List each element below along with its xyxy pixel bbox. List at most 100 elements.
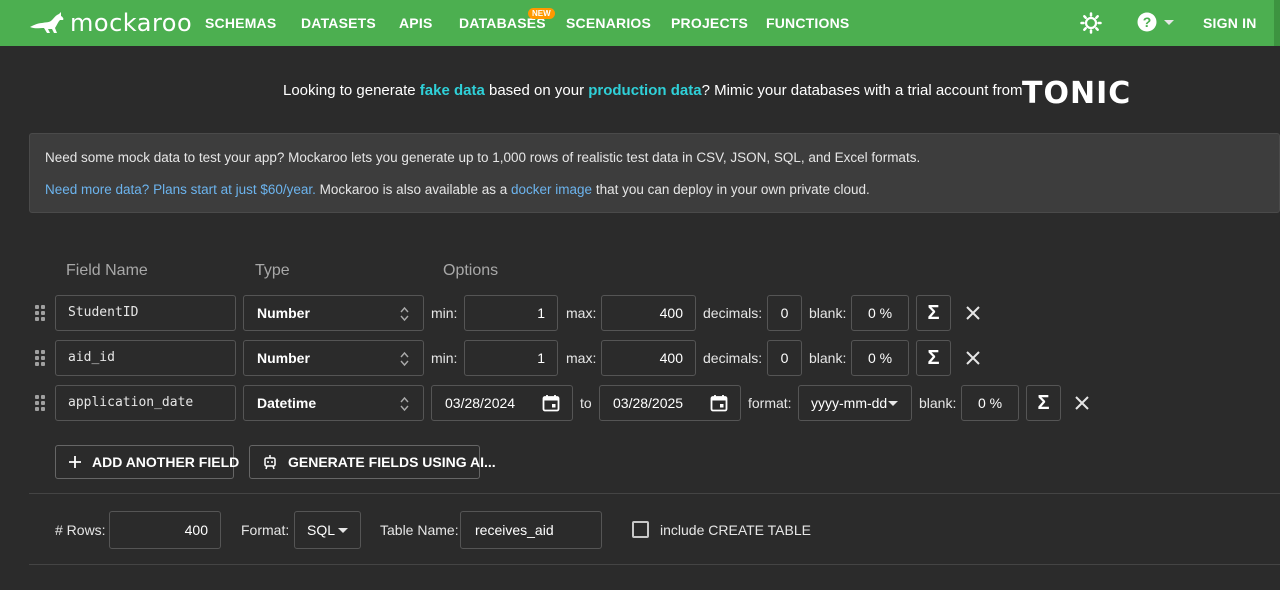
info-box: Need some mock data to test your app? Mo…	[29, 133, 1280, 213]
docker-image-link[interactable]: docker image	[511, 182, 592, 197]
navbar-edge	[1274, 0, 1280, 46]
decimals-input[interactable]: 0	[767, 340, 802, 376]
section-divider	[29, 564, 1280, 565]
blank-percent-input[interactable]: 0 %	[961, 385, 1019, 421]
nav-scenarios[interactable]: SCENARIOS	[566, 15, 651, 31]
type-select-value: Number	[257, 305, 310, 321]
info-mid-text: Mockaroo is also available as a	[315, 182, 512, 197]
nav-apis[interactable]: APIS	[399, 15, 432, 31]
date-format-value: yyyy-mm-dd	[811, 395, 888, 411]
calendar-icon[interactable]	[542, 394, 560, 412]
date-from-value: 03/28/2024	[445, 395, 516, 411]
create-table-checkbox[interactable]	[632, 521, 649, 538]
drag-handle-icon[interactable]	[35, 395, 45, 411]
max-input[interactable]: 400	[601, 295, 696, 331]
promo-part3: ? Mimic your databases with a trial acco…	[701, 82, 1023, 99]
tonic-promo-banner: Looking to generate fake data based on y…	[0, 74, 1280, 111]
chevron-down-icon	[888, 401, 898, 406]
calendar-icon[interactable]	[710, 394, 728, 412]
blank-label: blank:	[809, 350, 847, 366]
format-label: Format:	[241, 522, 290, 538]
generate-fields-ai-button[interactable]: GENERATE FIELDS USING AI...	[249, 445, 496, 479]
kangaroo-icon	[30, 12, 64, 33]
decimals-label: decimals:	[703, 350, 763, 366]
mockaroo-logo[interactable]: mockaroo	[28, 9, 192, 37]
drag-handle-icon[interactable]	[35, 305, 45, 321]
generate-ai-label: GENERATE FIELDS USING AI...	[288, 454, 496, 470]
date-to-value: 03/28/2025	[613, 395, 684, 411]
blank-label: blank:	[809, 305, 847, 321]
updown-arrows-icon	[400, 351, 409, 367]
sigma-formula-icon[interactable]: Σ	[1026, 385, 1061, 421]
add-another-field-button[interactable]: ADD ANOTHER FIELD	[55, 445, 239, 479]
new-badge: NEW	[528, 8, 555, 19]
to-label: to	[580, 395, 592, 411]
chevron-down-icon	[338, 528, 348, 533]
date-from-input[interactable]: 03/28/2024	[431, 385, 573, 421]
info-line-1: Need some mock data to test your app? Mo…	[45, 150, 921, 165]
type-select-value: Datetime	[257, 395, 317, 411]
min-input[interactable]: 1	[464, 295, 558, 331]
blank-percent-input[interactable]: 0 %	[851, 340, 909, 376]
promo-text: Looking to generate fake data based on y…	[283, 82, 1023, 99]
theme-toggle-icon[interactable]	[1080, 12, 1102, 34]
sign-in-link[interactable]: SIGN IN	[1203, 15, 1257, 31]
close-icon[interactable]	[963, 303, 983, 323]
max-label: max:	[566, 305, 597, 321]
chevron-down-icon	[1164, 19, 1174, 25]
help-icon: ?	[1137, 12, 1157, 32]
plans-link[interactable]: Need more data? Plans start at just $60/…	[45, 182, 316, 197]
nav-functions[interactable]: FUNCTIONS	[766, 15, 849, 31]
decimals-input[interactable]: 0	[767, 295, 802, 331]
min-label: min:	[431, 305, 458, 321]
date-format-select[interactable]: yyyy-mm-dd	[798, 385, 912, 421]
table-name-input[interactable]: receives_aid	[460, 511, 602, 549]
logo-text: mockaroo	[70, 9, 193, 37]
table-name-label: Table Name:	[380, 522, 459, 538]
type-select[interactable]: Datetime	[243, 385, 424, 421]
info-line-2: Need more data? Plans start at just $60/…	[45, 182, 870, 197]
close-icon[interactable]	[963, 348, 983, 368]
robot-icon	[262, 454, 278, 470]
header-options: Options	[443, 262, 499, 279]
promo-highlight-fake-data[interactable]: fake data	[420, 82, 485, 99]
blank-percent-input[interactable]: 0 %	[851, 295, 909, 331]
field-name-input[interactable]: StudentID	[55, 295, 236, 331]
max-input[interactable]: 400	[601, 340, 696, 376]
nav-datasets[interactable]: DATASETS	[301, 15, 376, 31]
promo-part2: based on your	[484, 82, 589, 99]
sigma-formula-icon[interactable]: Σ	[916, 340, 951, 376]
type-select[interactable]: Number	[243, 295, 424, 331]
output-format-select[interactable]: SQL	[294, 511, 361, 549]
nav-schemas[interactable]: SCHEMAS	[205, 15, 276, 31]
tonic-logo[interactable]: TONIC	[1022, 76, 1131, 111]
decimals-label: decimals:	[703, 305, 763, 321]
header-type: Type	[255, 262, 290, 279]
drag-handle-icon[interactable]	[35, 350, 45, 366]
max-label: max:	[566, 350, 597, 366]
help-menu[interactable]: ?	[1137, 12, 1174, 32]
type-select[interactable]: Number	[243, 340, 424, 376]
nav-projects[interactable]: PROJECTS	[671, 15, 748, 31]
min-input[interactable]: 1	[464, 340, 558, 376]
output-format-value: SQL	[307, 522, 336, 538]
type-select-value: Number	[257, 350, 310, 366]
rows-input[interactable]: 400	[109, 511, 221, 549]
add-field-label: ADD ANOTHER FIELD	[92, 454, 240, 470]
info-end-text: that you can deploy in your own private …	[592, 182, 870, 197]
updown-arrows-icon	[400, 396, 409, 412]
sigma-formula-icon[interactable]: Σ	[916, 295, 951, 331]
create-table-label: include CREATE TABLE	[660, 522, 811, 538]
close-icon[interactable]	[1072, 393, 1092, 413]
field-name-input[interactable]: application_date	[55, 385, 236, 421]
section-divider	[29, 493, 1280, 494]
format-label: format:	[748, 395, 792, 411]
date-to-input[interactable]: 03/28/2025	[599, 385, 741, 421]
promo-part1: Looking to generate	[283, 82, 420, 99]
promo-highlight-production-data[interactable]: production data	[588, 82, 701, 99]
plus-icon	[68, 455, 82, 469]
rows-label: # Rows:	[55, 522, 106, 538]
top-navbar: mockaroo SCHEMAS DATASETS APIS DATABASES…	[0, 0, 1280, 46]
updown-arrows-icon	[400, 306, 409, 322]
field-name-input[interactable]: aid_id	[55, 340, 236, 376]
